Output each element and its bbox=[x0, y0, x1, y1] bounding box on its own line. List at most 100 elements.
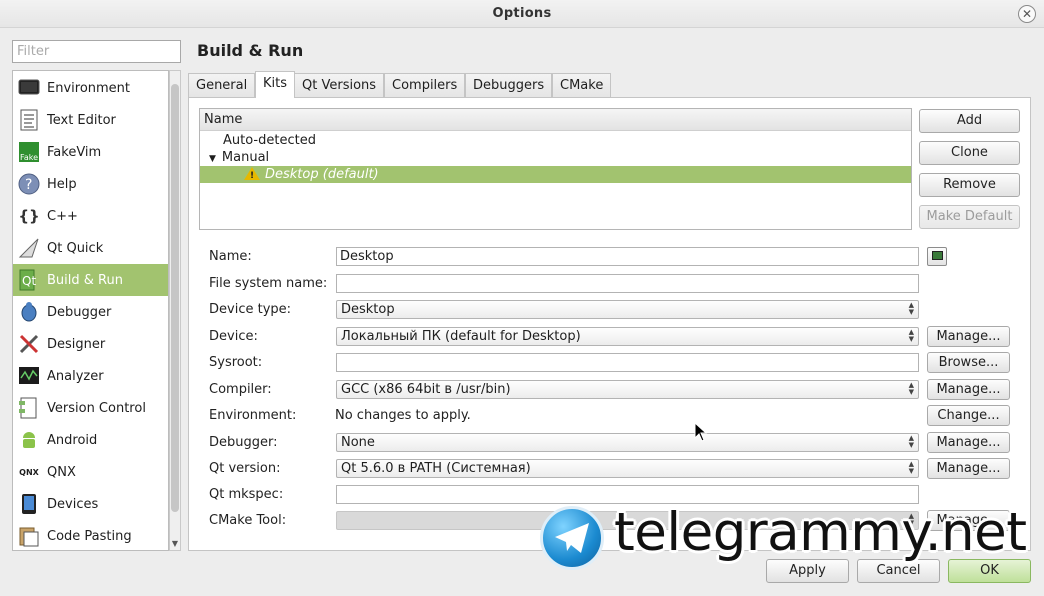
nav-item-label: Designer bbox=[47, 336, 106, 352]
kits-tree-header[interactable]: Name bbox=[200, 109, 911, 131]
compiler-manage-button[interactable]: Manage... bbox=[927, 379, 1010, 400]
spin-arrows-icon: ▲ ▼ bbox=[908, 328, 914, 343]
nav-item-label: Help bbox=[47, 176, 77, 192]
tab-compilers[interactable]: Compilers bbox=[384, 73, 466, 98]
nav-item-cpp[interactable]: {} C++ bbox=[13, 200, 168, 232]
nav-item-fakevim[interactable]: Fake FakeVim bbox=[13, 136, 168, 168]
tab-debuggers[interactable]: Debuggers bbox=[465, 73, 553, 98]
oscilloscope-icon bbox=[17, 364, 41, 388]
device-type-icon-button[interactable] bbox=[927, 247, 947, 266]
nav-item-android[interactable]: Android bbox=[13, 424, 168, 456]
nav-item-designer[interactable]: Designer bbox=[13, 328, 168, 360]
tab-kits[interactable]: Kits bbox=[255, 71, 296, 98]
device-manage-button[interactable]: Manage... bbox=[927, 326, 1010, 347]
svg-text:Qt: Qt bbox=[22, 274, 36, 288]
qt-mkspec-label: Qt mkspec: bbox=[209, 487, 284, 502]
device-value: Локальный ПК (default for Desktop) bbox=[341, 329, 581, 344]
nav-item-label: Text Editor bbox=[47, 112, 116, 128]
question-icon: ? bbox=[17, 172, 41, 196]
name-field[interactable]: Desktop bbox=[336, 247, 919, 266]
compiler-value: GCC (x86 64bit в /usr/bin) bbox=[341, 382, 511, 397]
qt-quick-icon bbox=[17, 236, 41, 260]
device-select[interactable]: Локальный ПК (default for Desktop) ▲ ▼ bbox=[336, 327, 919, 346]
nav-item-text-editor[interactable]: Text Editor bbox=[13, 104, 168, 136]
debugger-select[interactable]: None ▲ ▼ bbox=[336, 433, 919, 452]
nav-item-environment[interactable]: Environment bbox=[13, 72, 168, 104]
nav-item-version-control[interactable]: Version Control bbox=[13, 392, 168, 424]
options-category-list: Environment Text Editor Fake FakeVim ? H… bbox=[12, 70, 169, 551]
nav-item-analyzer[interactable]: Analyzer bbox=[13, 360, 168, 392]
nav-item-code-pasting[interactable]: Code Pasting bbox=[13, 520, 168, 550]
tree-row-manual[interactable]: ▼ Manual bbox=[200, 149, 911, 166]
expand-arrow-icon[interactable]: ▼ bbox=[209, 154, 216, 164]
qt-version-select[interactable]: Qt 5.6.0 в PATH (Системная) ▲ ▼ bbox=[336, 459, 919, 478]
telegram-logo-icon bbox=[540, 506, 604, 570]
environment-value: No changes to apply. bbox=[335, 408, 471, 423]
sysroot-label: Sysroot: bbox=[209, 355, 263, 370]
tree-row-desktop-default[interactable]: Desktop (default) bbox=[200, 166, 911, 185]
monitor-icon bbox=[932, 251, 943, 260]
nav-item-build-run[interactable]: Qt Build & Run bbox=[13, 264, 168, 296]
add-kit-button[interactable]: Add bbox=[919, 109, 1020, 133]
qt-version-manage-button[interactable]: Manage... bbox=[927, 458, 1010, 479]
tree-row-auto-detected[interactable]: Auto-detected bbox=[200, 132, 911, 149]
nav-item-label: Qt Quick bbox=[47, 240, 104, 256]
device-type-select[interactable]: Desktop ▲ ▼ bbox=[336, 300, 919, 319]
sysroot-field[interactable] bbox=[336, 353, 919, 372]
scroll-down-arrow-icon[interactable]: ▼ bbox=[169, 538, 181, 550]
close-icon[interactable]: ✕ bbox=[1018, 5, 1036, 23]
page-title: Build & Run bbox=[197, 41, 304, 60]
tab-cmake[interactable]: CMake bbox=[552, 73, 612, 98]
nav-item-label: FakeVim bbox=[47, 144, 102, 160]
spin-arrows-icon: ▲ ▼ bbox=[908, 460, 914, 475]
environment-change-button[interactable]: Change... bbox=[927, 405, 1010, 426]
spin-arrows-icon: ▲ ▼ bbox=[908, 381, 914, 396]
tab-general[interactable]: General bbox=[188, 73, 256, 98]
filter-input[interactable] bbox=[12, 40, 181, 63]
environment-label: Environment: bbox=[209, 408, 297, 423]
watermark-text: telegrammy.net bbox=[614, 502, 1027, 563]
build-run-icon: Qt bbox=[17, 268, 41, 292]
nav-item-label: Android bbox=[47, 432, 98, 448]
nav-item-label: Code Pasting bbox=[47, 528, 132, 544]
name-label: Name: bbox=[209, 249, 252, 264]
compiler-select[interactable]: GCC (x86 64bit в /usr/bin) ▲ ▼ bbox=[336, 380, 919, 399]
nav-item-label: Devices bbox=[47, 496, 99, 512]
svg-text:Fake: Fake bbox=[20, 153, 38, 162]
version-control-icon bbox=[17, 396, 41, 420]
debugger-manage-button[interactable]: Manage... bbox=[927, 432, 1010, 453]
clone-kit-button[interactable]: Clone bbox=[919, 141, 1020, 165]
file-system-name-field[interactable] bbox=[336, 274, 919, 293]
sysroot-browse-button[interactable]: Browse... bbox=[927, 352, 1010, 373]
qt-version-value: Qt 5.6.0 в PATH (Системная) bbox=[341, 461, 531, 476]
debugger-value: None bbox=[341, 435, 375, 450]
android-icon bbox=[17, 428, 41, 452]
debugger-label: Debugger: bbox=[209, 435, 278, 450]
braces-icon: {} bbox=[18, 207, 40, 225]
qt-version-label: Qt version: bbox=[209, 461, 281, 476]
device-type-value: Desktop bbox=[341, 302, 395, 317]
nav-item-label: C++ bbox=[47, 208, 78, 224]
nav-item-label: Debugger bbox=[47, 304, 112, 320]
monitor-icon bbox=[17, 76, 41, 100]
nav-item-help[interactable]: ? Help bbox=[13, 168, 168, 200]
tab-qt-versions[interactable]: Qt Versions bbox=[294, 73, 385, 98]
designer-tools-icon bbox=[17, 332, 41, 356]
make-default-button[interactable]: Make Default bbox=[919, 205, 1020, 229]
fakevim-icon: Fake bbox=[17, 140, 41, 164]
compiler-label: Compiler: bbox=[209, 382, 272, 397]
mouse-cursor-icon bbox=[694, 422, 708, 442]
nav-scrollbar-thumb[interactable] bbox=[171, 84, 179, 512]
device-icon bbox=[17, 492, 41, 516]
nav-item-debugger[interactable]: Debugger bbox=[13, 296, 168, 328]
nav-item-qnx[interactable]: QNX QNX bbox=[13, 456, 168, 488]
nav-item-devices[interactable]: Devices bbox=[13, 488, 168, 520]
device-label: Device: bbox=[209, 329, 258, 344]
window-title: Options bbox=[492, 6, 552, 21]
spin-arrows-icon: ▲ ▼ bbox=[908, 434, 914, 449]
warning-icon bbox=[244, 167, 260, 185]
remove-kit-button[interactable]: Remove bbox=[919, 173, 1020, 197]
bug-icon bbox=[17, 300, 41, 324]
nav-item-qt-quick[interactable]: Qt Quick bbox=[13, 232, 168, 264]
tree-row-label: Manual bbox=[221, 150, 270, 165]
